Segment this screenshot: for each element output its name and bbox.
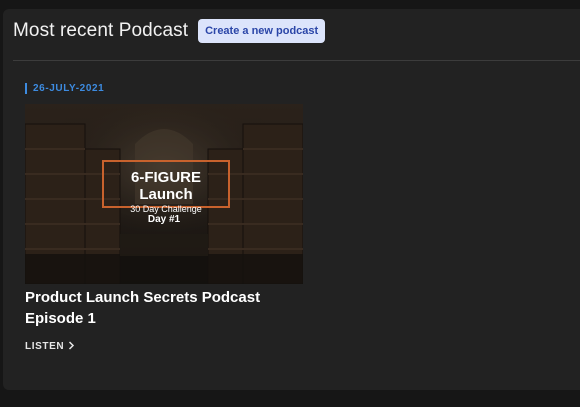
episode-date: 26-JULY-2021 (25, 83, 104, 94)
page-title: Most recent Podcast (13, 20, 189, 41)
listen-link[interactable]: LISTEN (25, 337, 75, 355)
thumbnail-title-box: 6-FIGURE Launch 30 Day Challenge (102, 160, 230, 214)
episode-thumbnail[interactable]: 6-FIGURE Launch 30 Day Challenge Day #1 (25, 104, 303, 284)
chevron-right-icon (68, 337, 75, 355)
create-podcast-button[interactable]: Create a new podcast (198, 19, 326, 43)
thumbnail-title: 6-FIGURE Launch (130, 169, 201, 203)
header: Most recent Podcast Create a new podcast (13, 19, 326, 43)
date-label: 26-JULY-2021 (33, 83, 105, 94)
divider (13, 60, 580, 61)
episode-title[interactable]: Product Launch Secrets Podcast Episode 1 (25, 287, 315, 329)
thumbnail-day: Day #1 (147, 214, 181, 225)
listen-label: LISTEN (25, 340, 65, 352)
date-accent-bar (25, 83, 27, 94)
